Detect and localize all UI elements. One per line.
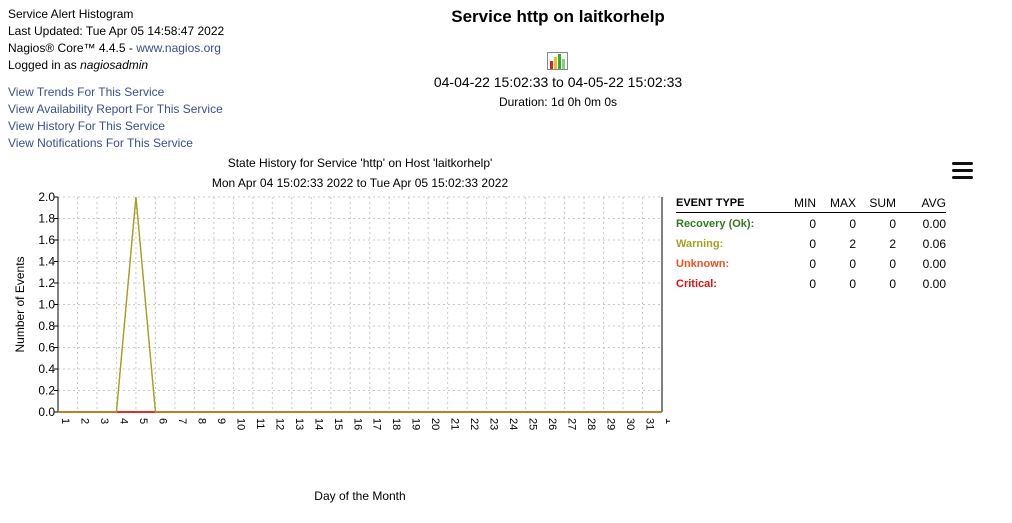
row-max: 0 (849, 217, 856, 231)
x-tick-label: 31 (644, 418, 656, 430)
row-type: Recovery (Ok): (676, 218, 755, 230)
row-sum: 0 (889, 257, 896, 271)
row-max: 0 (849, 257, 856, 271)
summary-header-row: EVENT TYPE MIN MAX SUM AVG (676, 195, 946, 213)
x-tick-label: 26 (546, 418, 558, 430)
y-tick-label: 1.0 (38, 298, 55, 312)
x-tick-label: 6 (156, 418, 168, 424)
x-tick-label: 7 (176, 418, 188, 424)
row-min: 0 (809, 237, 816, 251)
view-trends-link[interactable]: View Trends For This Service (8, 84, 223, 101)
x-tick-label: 11 (254, 418, 266, 429)
x-tick-label: 27 (566, 418, 578, 430)
x-tick-label: 28 (585, 418, 597, 430)
chart-title: State History for Service 'http' on Host… (227, 156, 493, 170)
x-tick-label: 16 (351, 418, 363, 430)
x-tick-label: 21 (449, 418, 461, 430)
x-tick-label: 5 (137, 418, 149, 424)
y-tick-label: 0.4 (38, 362, 55, 376)
row-type: Critical: (676, 278, 717, 290)
x-tick-label: 23 (488, 418, 500, 430)
x-tick-label: 10 (234, 418, 246, 430)
hamburger-menu-icon[interactable] (952, 162, 973, 180)
product-version: Nagios® Core™ 4.4.5 - www.nagios.org (8, 40, 224, 57)
x-tick-label: 8 (195, 418, 207, 424)
view-history-link[interactable]: View History For This Service (8, 118, 223, 135)
row-sum: 2 (889, 237, 896, 251)
report-info: Service Alert Histogram Last Updated: Tu… (8, 6, 224, 74)
last-updated: Last Updated: Tue Apr 05 14:58:47 2022 (8, 24, 225, 38)
row-min: 0 (809, 257, 816, 271)
y-tick-label: 1.8 (38, 212, 55, 226)
x-tick-label: 14 (312, 418, 324, 430)
x-tick-label: 29 (605, 418, 617, 430)
x-tick-label: 19 (410, 418, 422, 430)
x-tick-label: 15 (332, 418, 344, 430)
x-axis-label: Day of the Month (314, 489, 405, 503)
header-avg: AVG (896, 195, 946, 213)
y-tick-label: 1.2 (38, 276, 55, 290)
row-avg: 0.00 (922, 217, 946, 231)
row-sum: 0 (889, 217, 896, 231)
x-tick-label: 9 (215, 418, 227, 424)
x-tick-label: 1 (663, 418, 670, 424)
username: nagiosadmin (80, 58, 149, 72)
row-type: Unknown: (676, 258, 730, 270)
service-links: View Trends For This Service View Availa… (8, 84, 223, 152)
header-max: MAX (816, 195, 856, 213)
logged-in: Logged in as nagiosadmin (8, 57, 224, 74)
x-tick-label: 24 (507, 418, 519, 430)
table-row: Critical: 0 0 0 0.00 (676, 273, 946, 293)
x-tick-label: 25 (527, 418, 539, 430)
y-tick-label: 0.6 (38, 341, 55, 355)
y-tick-label: 1.4 (38, 255, 55, 269)
report-name: Service Alert Histogram (8, 7, 134, 21)
table-row: Unknown: 0 0 0 0.00 (676, 253, 946, 273)
header-min: MIN (776, 195, 816, 213)
product-name: Nagios® Core™ 4.4.5 - (8, 41, 137, 55)
nagios-link[interactable]: www.nagios.org (136, 41, 221, 55)
table-row: Warning: 0 2 2 0.06 (676, 233, 946, 253)
row-max: 0 (849, 277, 856, 291)
histogram-chart: 0.00.20.40.60.81.01.21.41.61.82.01 2 3 4 5 6 7… (13, 190, 670, 503)
x-tick-label: 13 (293, 418, 305, 430)
y-tick-label: 0.0 (38, 405, 55, 419)
x-tick-label: 3 (98, 418, 110, 424)
x-tick-label: 1 (59, 418, 71, 424)
x-tick-label: 4 (117, 418, 129, 424)
table-row: Recovery (Ok): 0 0 0 0.00 (676, 213, 946, 234)
header-event-type: EVENT TYPE (676, 195, 776, 213)
y-tick-label: 0.8 (38, 319, 55, 333)
row-avg: 0.00 (922, 257, 946, 271)
x-tick-label: 22 (468, 418, 480, 430)
y-tick-label: 1.6 (38, 233, 55, 247)
row-max: 2 (849, 237, 856, 251)
view-availability-link[interactable]: View Availability Report For This Servic… (8, 101, 223, 118)
x-tick-label: 20 (429, 418, 441, 430)
y-tick-label: 0.2 (38, 384, 55, 398)
row-sum: 0 (889, 277, 896, 291)
y-axis-label: Number of Events (13, 256, 27, 352)
x-tick-label: 12 (273, 418, 285, 430)
event-summary-table: EVENT TYPE MIN MAX SUM AVG Recovery (Ok)… (676, 195, 946, 293)
x-tick-label: 18 (390, 418, 402, 430)
y-tick-label: 2.0 (38, 190, 55, 204)
duration: Duration: 1d 0h 0m 0s (498, 95, 618, 109)
date-range: 04-04-22 15:02:33 to 04-05-22 15:02:33 (433, 74, 683, 90)
x-tick-label: 17 (371, 418, 383, 430)
view-notifications-link[interactable]: View Notifications For This Service (8, 135, 223, 152)
row-avg: 0.06 (922, 237, 946, 251)
row-min: 0 (809, 277, 816, 291)
x-tick-label: 2 (78, 418, 90, 424)
report-chart-icon (547, 52, 568, 70)
page-title: Service http on laitkorhelp (451, 7, 665, 26)
row-avg: 0.00 (922, 277, 946, 291)
header-sum: SUM (856, 195, 896, 213)
logged-in-label: Logged in as (8, 58, 81, 72)
row-min: 0 (809, 217, 816, 231)
row-type: Warning: (676, 238, 724, 250)
x-tick-label: 30 (624, 418, 636, 430)
